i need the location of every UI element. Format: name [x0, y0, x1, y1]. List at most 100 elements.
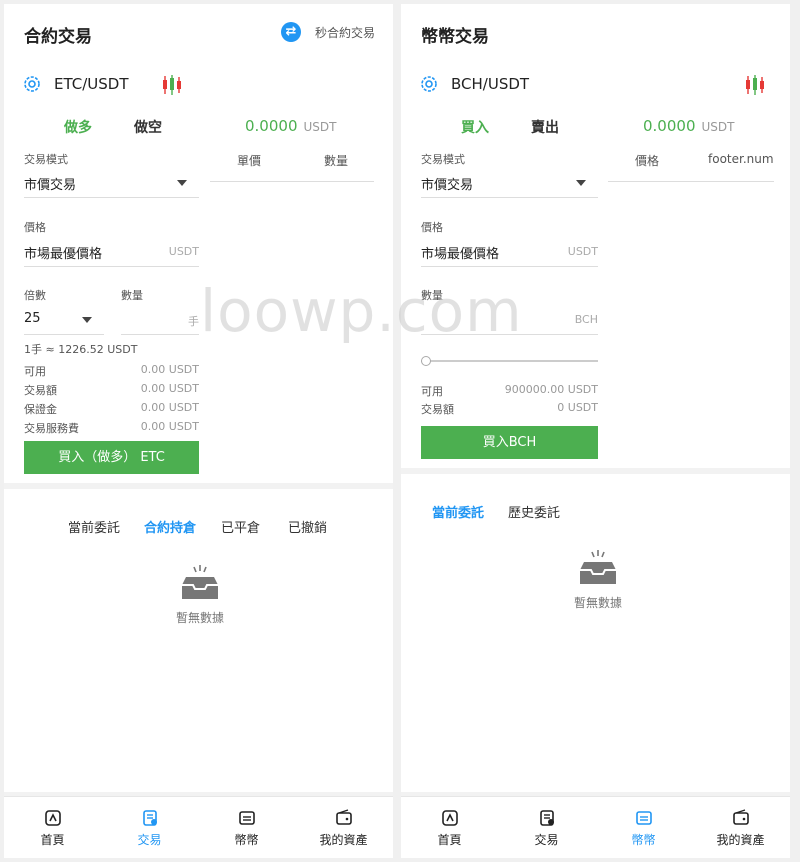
nav-home-label: 首頁: [437, 833, 462, 847]
tab-history-orders[interactable]: 歷史委託: [508, 502, 560, 521]
book-header-quantity: 數量: [324, 154, 349, 168]
quantity-input[interactable]: BCH: [421, 311, 598, 335]
tab-long[interactable]: 做多: [64, 117, 92, 137]
last-price-unit: USDT: [701, 120, 735, 134]
empty-text: 暫無數據: [573, 596, 622, 610]
tab-sell[interactable]: 賣出: [531, 117, 559, 137]
tab-current-orders[interactable]: 當前委託: [432, 502, 484, 521]
last-price-value: 0.0000: [643, 117, 696, 135]
pair-symbol: ETC/USDT: [54, 75, 129, 93]
nav-trade-label: 交易: [137, 833, 162, 847]
page-title: 幣幣交易: [421, 27, 489, 47]
chevron-down-icon: [576, 180, 586, 186]
buy-long-button[interactable]: 買入（做多） ETC: [24, 441, 199, 474]
price-unit: USDT: [168, 245, 199, 258]
orders-panel: 當前委託 合約持倉 已平倉 已撤銷 暫無數據: [4, 489, 393, 792]
quantity-label: 數量: [121, 289, 143, 302]
margin-label: 保證金: [24, 403, 57, 416]
nav-spot[interactable]: 幣幣: [595, 809, 692, 848]
pair-selector[interactable]: BCH/USDT: [419, 74, 529, 94]
spot-trade-screen: 幣幣交易 BCH/USDT 買入 賣出 0.0000 USDT 交易模式 市價交易…: [401, 4, 790, 858]
quantity-unit: 手: [188, 315, 199, 328]
nav-trade[interactable]: 交易: [101, 809, 198, 848]
tab-positions[interactable]: 合約持倉: [144, 517, 196, 536]
mode-label: 交易模式: [421, 153, 465, 166]
turnover-value: 0 USDT: [557, 401, 598, 414]
last-price: 0.0000 USDT: [245, 117, 336, 135]
available-value: 0.00 USDT: [140, 363, 199, 376]
available-label: 可用: [421, 385, 443, 398]
nav-assets[interactable]: 我的資產: [692, 809, 789, 848]
chevron-down-icon: [82, 317, 92, 323]
price-unit: USDT: [567, 245, 598, 258]
nav-assets-label: 我的資產: [319, 833, 368, 847]
book-divider: [608, 181, 774, 182]
price-label: 價格: [421, 221, 443, 234]
trade-doc-icon: [539, 810, 554, 826]
futures-order-panel: 合約交易 ⇄ 秒合約交易 ETC/USDT 做多 做空 0.0000 USDT 交…: [4, 4, 393, 483]
tab-cancelled[interactable]: 已撤銷: [288, 517, 327, 536]
tab-closed[interactable]: 已平倉: [221, 517, 260, 536]
orders-panel: 當前委託 歷史委託 暫無數據: [401, 474, 790, 792]
amount-slider[interactable]: [421, 356, 598, 366]
empty-text: 暫無數據: [175, 611, 224, 625]
mode-label: 交易模式: [24, 153, 68, 166]
quantity-input[interactable]: 手: [121, 311, 199, 335]
nav-home[interactable]: 首頁: [4, 809, 101, 848]
book-header-quantity: footer.num: [708, 152, 774, 166]
nav-trade-label: 交易: [534, 833, 559, 847]
fee-value: 0.00 USDT: [140, 420, 199, 433]
quantity-unit: BCH: [574, 313, 598, 326]
mode-select[interactable]: 市價交易: [24, 174, 199, 198]
tab-short[interactable]: 做空: [134, 117, 162, 137]
tab-current-orders[interactable]: 當前委託: [68, 517, 120, 536]
gear-icon: [421, 76, 437, 92]
slider-handle[interactable]: [421, 356, 431, 366]
nav-spot-label: 幣幣: [631, 833, 656, 847]
exchange-folder-icon: [635, 811, 652, 825]
price-value: 市場最優價格: [24, 247, 103, 262]
quantity-label: 數量: [421, 289, 443, 302]
pair-symbol: BCH/USDT: [451, 75, 530, 93]
mode-select[interactable]: 市價交易: [421, 174, 598, 198]
candlestick-chart-icon[interactable]: [160, 74, 184, 96]
futures-trade-screen: 合約交易 ⇄ 秒合約交易 ETC/USDT 做多 做空 0.0000 USDT 交…: [4, 4, 393, 858]
page-title: 合約交易: [24, 27, 92, 47]
swap-icon: ⇄: [280, 22, 301, 42]
bottom-nav: 首頁 交易 幣幣 我的資產: [401, 796, 790, 858]
trade-doc-icon: [142, 810, 157, 826]
nav-spot[interactable]: 幣幣: [198, 809, 295, 848]
tab-buy[interactable]: 買入: [461, 117, 489, 137]
mode-value: 市價交易: [421, 178, 474, 193]
home-icon: [441, 810, 458, 826]
last-price: 0.0000 USDT: [643, 117, 734, 135]
leverage-label: 倍數: [24, 289, 46, 302]
turnover-label: 交易額: [24, 384, 57, 397]
margin-value: 0.00 USDT: [140, 401, 199, 414]
mode-value: 市價交易: [24, 178, 77, 193]
pair-selector[interactable]: ETC/USDT: [22, 74, 129, 94]
nav-home-label: 首頁: [40, 833, 65, 847]
candlestick-chart-icon[interactable]: [743, 74, 767, 96]
home-icon: [44, 810, 61, 826]
buy-bch-button[interactable]: 買入BCH: [421, 426, 598, 459]
fee-label: 交易服務費: [24, 422, 79, 435]
wallet-icon: [335, 809, 352, 825]
nav-assets[interactable]: 我的資產: [295, 809, 392, 848]
last-price-unit: USDT: [303, 120, 337, 134]
nav-trade[interactable]: 交易: [498, 809, 595, 848]
gear-icon: [24, 76, 40, 92]
available-label: 可用: [24, 365, 46, 378]
turnover-value: 0.00 USDT: [140, 382, 199, 395]
nav-spot-label: 幣幣: [234, 833, 259, 847]
price-input[interactable]: 市場最優價格 USDT: [24, 243, 199, 267]
price-input[interactable]: 市場最優價格 USDT: [421, 243, 598, 267]
nav-home[interactable]: 首頁: [401, 809, 498, 848]
last-price-value: 0.0000: [245, 117, 298, 135]
second-contract-switch[interactable]: ⇄ 秒合約交易: [280, 22, 375, 42]
available-value: 900000.00 USDT: [504, 383, 598, 396]
empty-inbox-icon: [580, 550, 616, 584]
price-label: 價格: [24, 221, 46, 234]
leverage-select[interactable]: 25: [24, 311, 104, 335]
wallet-icon: [732, 809, 749, 825]
